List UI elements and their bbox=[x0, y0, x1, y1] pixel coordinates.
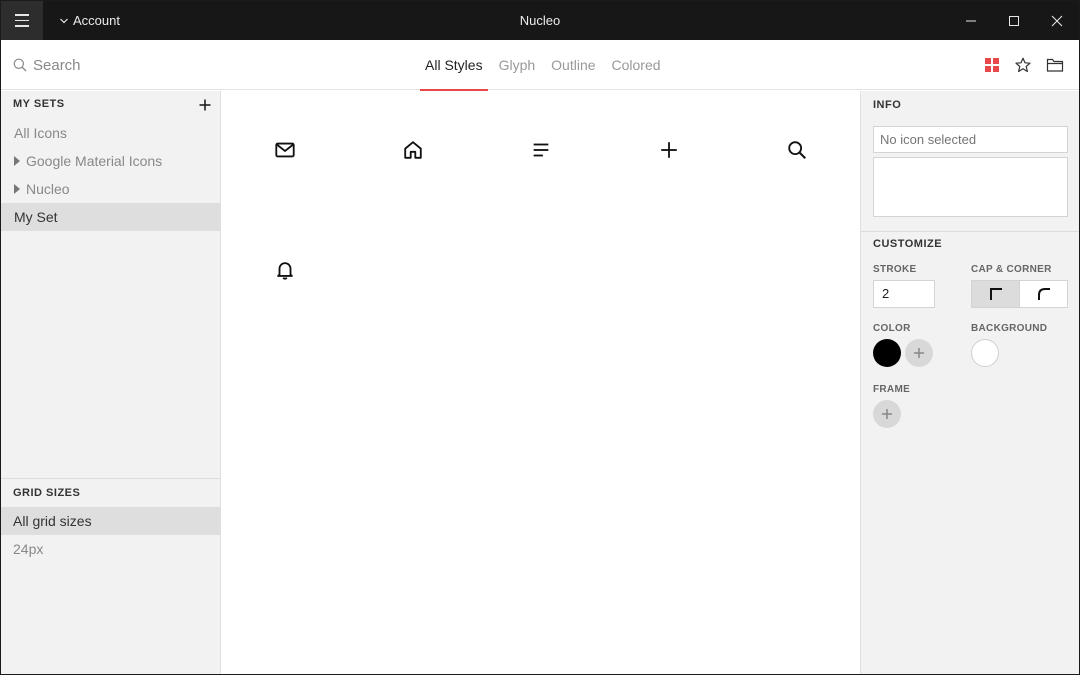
search-icon bbox=[13, 58, 27, 72]
grid-size-24px[interactable]: 24px bbox=[1, 535, 220, 563]
sidebar-divider bbox=[1, 478, 220, 479]
cap-corner-toggle bbox=[971, 280, 1068, 308]
left-sidebar: MY SETS All Icons Google Material Icons … bbox=[1, 91, 221, 674]
mail-icon[interactable] bbox=[265, 130, 305, 170]
tab-glyph[interactable]: Glyph bbox=[494, 40, 541, 90]
minimize-icon bbox=[966, 20, 976, 21]
sidebar-item-label: Nucleo bbox=[26, 181, 70, 197]
close-button[interactable] bbox=[1035, 1, 1079, 40]
square-corner-icon[interactable] bbox=[972, 281, 1019, 307]
nucleo-app-window: Account Nucleo Search All Styles Glyph O… bbox=[0, 0, 1080, 675]
chevron-down-icon bbox=[60, 18, 68, 23]
folder-icon[interactable] bbox=[1045, 55, 1065, 75]
color-label: COLOR bbox=[873, 323, 911, 334]
grid-size-label: All grid sizes bbox=[13, 513, 92, 529]
grid-size-all[interactable]: All grid sizes bbox=[1, 507, 220, 535]
icon-info-area[interactable] bbox=[873, 157, 1068, 217]
plus-icon bbox=[914, 348, 924, 358]
search-input[interactable]: Search bbox=[13, 40, 81, 90]
maximize-button[interactable] bbox=[992, 1, 1036, 40]
color-swatch[interactable] bbox=[873, 339, 901, 367]
expand-triangle-icon[interactable] bbox=[14, 156, 20, 166]
sidebar-item-label: All Icons bbox=[14, 125, 67, 141]
grid-size-label: 24px bbox=[13, 541, 44, 557]
menu-lines-icon[interactable] bbox=[521, 130, 561, 170]
icon-name-field[interactable] bbox=[873, 126, 1068, 153]
home-icon[interactable] bbox=[393, 130, 433, 170]
info-heading: INFO bbox=[873, 99, 902, 111]
stroke-field[interactable]: 2 bbox=[873, 280, 935, 308]
frame-label: FRAME bbox=[873, 384, 911, 395]
close-icon bbox=[1051, 15, 1063, 26]
title-bar: Account Nucleo bbox=[1, 1, 1079, 40]
icon-grid bbox=[222, 91, 860, 674]
sidebar-item-label: My Set bbox=[14, 209, 58, 225]
panel-divider bbox=[861, 231, 1079, 232]
account-label: Account bbox=[73, 13, 120, 28]
sidebar-item-label: Google Material Icons bbox=[26, 153, 163, 169]
sidebar-item-all-icons[interactable]: All Icons bbox=[1, 119, 220, 147]
grid-view-icon[interactable] bbox=[982, 55, 1002, 75]
sidebar-item-google-material-icons[interactable]: Google Material Icons bbox=[1, 147, 220, 175]
bell-icon[interactable] bbox=[265, 250, 305, 290]
add-color-button[interactable] bbox=[905, 339, 933, 367]
cap-corner-label: CAP & CORNER bbox=[971, 264, 1052, 275]
round-corner-icon[interactable] bbox=[1019, 281, 1067, 307]
sidebar-item-nucleo[interactable]: Nucleo bbox=[1, 175, 220, 203]
maximize-icon bbox=[1009, 15, 1019, 26]
background-label: BACKGROUND bbox=[971, 323, 1048, 334]
stroke-label: STROKE bbox=[873, 264, 917, 275]
add-frame-button[interactable] bbox=[873, 400, 901, 428]
star-icon[interactable] bbox=[1013, 55, 1033, 75]
style-tabs: All Styles Glyph Outline Colored bbox=[420, 40, 672, 91]
tab-colored[interactable]: Colored bbox=[607, 40, 666, 90]
toolbar: Search All Styles Glyph Outline Colored bbox=[1, 40, 1079, 91]
hamburger-menu-icon[interactable] bbox=[1, 1, 43, 40]
add-set-icon[interactable] bbox=[198, 98, 212, 112]
grid-sizes-heading: GRID SIZES bbox=[13, 487, 81, 499]
search-icon[interactable] bbox=[777, 130, 817, 170]
tab-outline[interactable]: Outline bbox=[546, 40, 600, 90]
sidebar-item-my-set[interactable]: My Set bbox=[1, 203, 220, 231]
window-title: Nucleo bbox=[519, 13, 561, 28]
tab-all-styles[interactable]: All Styles bbox=[420, 40, 488, 91]
minimize-button[interactable] bbox=[949, 1, 993, 40]
plus-icon[interactable] bbox=[649, 130, 689, 170]
customize-heading: CUSTOMIZE bbox=[873, 238, 943, 250]
expand-triangle-icon[interactable] bbox=[14, 184, 20, 194]
right-panel: INFO CUSTOMIZE STROKE 2 CAP & CORNER COL… bbox=[860, 91, 1079, 674]
my-sets-heading: MY SETS bbox=[13, 98, 65, 110]
account-menu[interactable]: Account bbox=[59, 1, 120, 40]
plus-icon bbox=[882, 409, 892, 419]
search-placeholder: Search bbox=[33, 56, 81, 74]
background-swatch[interactable] bbox=[971, 339, 999, 367]
